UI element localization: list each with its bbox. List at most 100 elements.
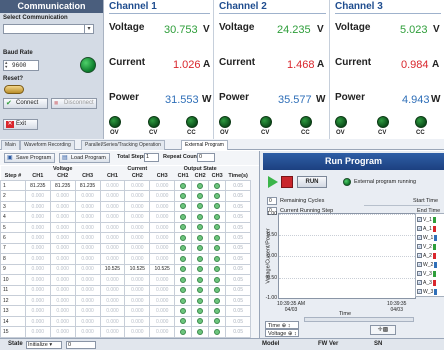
output-state-toggle[interactable] xyxy=(208,315,227,328)
current-cell[interactable]: 10.525 xyxy=(124,263,151,276)
run-button[interactable]: RUN xyxy=(297,176,327,188)
table-row[interactable]: 9 0.000 0.000 0.000 10.525 10.525 10.525 0.05 xyxy=(0,263,259,276)
current-cell[interactable]: 0.000 xyxy=(124,294,151,307)
output-state-toggle[interactable] xyxy=(174,253,193,265)
voltage-cell[interactable]: 0.000 xyxy=(49,190,76,202)
output-state-toggle[interactable] xyxy=(208,242,227,255)
current-cell[interactable]: 0.000 xyxy=(124,242,151,255)
voltage-cell[interactable]: 0.000 xyxy=(74,200,101,213)
voltage-cell[interactable]: 0.000 xyxy=(24,305,51,317)
checkbox-icon[interactable]: ✓ xyxy=(417,217,422,223)
output-state-toggle[interactable] xyxy=(191,274,210,286)
output-led-icon[interactable] xyxy=(180,329,187,335)
output-led-icon[interactable] xyxy=(197,234,204,241)
output-state-toggle[interactable] xyxy=(174,211,193,223)
current-cell[interactable]: 0.000 xyxy=(99,242,126,255)
output-led-icon[interactable] xyxy=(214,203,221,210)
load-program-button[interactable]: ▤ Load Program xyxy=(59,153,110,163)
output-state-toggle[interactable] xyxy=(191,179,210,192)
legend-item[interactable]: ✓ A_3 xyxy=(417,279,436,287)
table-row[interactable]: 7 0.000 0.000 0.000 0.000 0.000 0.000 0.05 xyxy=(0,242,259,255)
output-led-icon[interactable] xyxy=(214,287,221,294)
communication-select[interactable]: ▾ xyxy=(3,24,94,34)
table-row[interactable]: 10 0.000 0.000 0.000 0.000 0.000 0.000 0.05 xyxy=(0,274,259,286)
checkbox-icon[interactable]: ✓ xyxy=(417,289,422,295)
output-state-toggle[interactable] xyxy=(191,232,210,244)
current-cell[interactable]: 0.000 xyxy=(124,200,151,213)
output-state-toggle[interactable] xyxy=(208,305,227,317)
output-state-toggle[interactable] xyxy=(191,211,210,223)
output-led-icon[interactable] xyxy=(197,245,204,252)
tab-waveform-recording[interactable]: Waveform Recording xyxy=(20,140,75,150)
table-row[interactable]: 8 0.000 0.000 0.000 0.000 0.000 0.000 0.05 xyxy=(0,253,259,265)
output-state-toggle[interactable] xyxy=(174,274,193,286)
output-led-icon[interactable] xyxy=(214,182,221,189)
time-cell[interactable]: 0.05 xyxy=(225,200,252,213)
current-cell[interactable]: 0.000 xyxy=(99,305,126,317)
legend-item[interactable]: ✓ V_3 xyxy=(417,270,436,278)
legend-item[interactable]: ✓ W_1 xyxy=(417,234,438,242)
current-cell[interactable]: 0.000 xyxy=(124,190,151,202)
voltage-cell[interactable]: 0.000 xyxy=(74,315,101,328)
voltage-cell[interactable]: 0.000 xyxy=(49,263,76,276)
voltage-cell[interactable]: 0.000 xyxy=(24,211,51,223)
voltage-cell[interactable]: 0.000 xyxy=(49,284,76,297)
zoom-icon[interactable]: ⊕ ↕ xyxy=(282,323,291,329)
current-cell[interactable]: 0.000 xyxy=(124,179,151,192)
current-cell[interactable]: 10.525 xyxy=(149,263,176,276)
output-led-icon[interactable] xyxy=(197,318,204,325)
output-state-toggle[interactable] xyxy=(191,190,210,202)
voltage-cell[interactable]: 0.000 xyxy=(49,253,76,265)
voltage-cell[interactable]: 0.000 xyxy=(74,294,101,307)
table-row[interactable]: 4 0.000 0.000 0.000 0.000 0.000 0.000 0.05 xyxy=(0,211,259,223)
current-cell[interactable]: 0.000 xyxy=(149,253,176,265)
time-cell[interactable]: 0.05 xyxy=(225,179,252,192)
voltage-cell[interactable]: 0.000 xyxy=(24,294,51,307)
output-led-icon[interactable] xyxy=(214,213,221,220)
current-cell[interactable]: 0.000 xyxy=(149,294,176,307)
output-state-toggle[interactable] xyxy=(208,179,227,192)
voltage-cell[interactable]: 0.000 xyxy=(74,253,101,265)
save-program-button[interactable]: ▣ Save Program xyxy=(4,153,56,163)
output-led-icon[interactable] xyxy=(180,245,187,252)
time-cell[interactable]: 0.05 xyxy=(225,305,252,317)
current-cell[interactable]: 0.000 xyxy=(149,211,176,223)
voltage-cell[interactable]: 0.000 xyxy=(49,211,76,223)
current-cell[interactable]: 0.000 xyxy=(99,200,126,213)
output-led-icon[interactable] xyxy=(214,318,221,325)
output-led-icon[interactable] xyxy=(214,234,221,241)
output-state-toggle[interactable] xyxy=(208,326,227,338)
output-state-toggle[interactable] xyxy=(208,274,227,286)
output-led-icon[interactable] xyxy=(214,193,221,200)
voltage-cell[interactable]: 0.000 xyxy=(24,221,51,234)
voltage-cell[interactable]: 0.000 xyxy=(74,284,101,297)
tab-parallel-series-tracking[interactable]: Parallel/Series/Tracking Operation xyxy=(81,140,165,150)
output-state-toggle[interactable] xyxy=(191,305,210,317)
output-led-icon[interactable] xyxy=(180,287,187,294)
legend-item[interactable]: ✓ A_1 xyxy=(417,225,436,233)
output-led-icon[interactable] xyxy=(180,266,187,273)
checkbox-icon[interactable]: ✓ xyxy=(417,271,422,277)
current-cell[interactable]: 0.000 xyxy=(149,315,176,328)
current-cell[interactable]: 0.000 xyxy=(124,274,151,286)
output-led-icon[interactable] xyxy=(180,213,187,220)
output-led-icon[interactable] xyxy=(214,297,221,304)
output-led-icon[interactable] xyxy=(180,297,187,304)
table-row[interactable]: 15 0.000 0.000 0.000 0.000 0.000 0.000 0.05 xyxy=(0,326,259,338)
table-row[interactable]: 14 0.000 0.000 0.000 0.000 0.000 0.000 0.05 xyxy=(0,315,259,328)
time-cell[interactable]: 0.05 xyxy=(225,211,252,223)
output-state-toggle[interactable] xyxy=(174,294,193,307)
output-led-icon[interactable] xyxy=(197,255,204,262)
voltage-cell[interactable]: 0.000 xyxy=(24,232,51,244)
scroll-gutter[interactable] xyxy=(250,180,259,191)
output-led-icon[interactable] xyxy=(197,308,204,314)
legend-item[interactable]: ✓ W_2 xyxy=(417,261,438,269)
voltage-cell[interactable]: 0.000 xyxy=(49,200,76,213)
total-steps-input[interactable]: 1 xyxy=(144,153,159,162)
voltage-cell[interactable]: 0.000 xyxy=(74,242,101,255)
chevron-down-icon[interactable]: ▾ xyxy=(49,342,52,348)
table-row[interactable]: 13 0.000 0.000 0.000 0.000 0.000 0.000 0.05 xyxy=(0,305,259,317)
output-state-toggle[interactable] xyxy=(208,200,227,213)
time-cell[interactable]: 0.05 xyxy=(225,221,252,234)
voltage-cell[interactable]: 0.000 xyxy=(24,253,51,265)
